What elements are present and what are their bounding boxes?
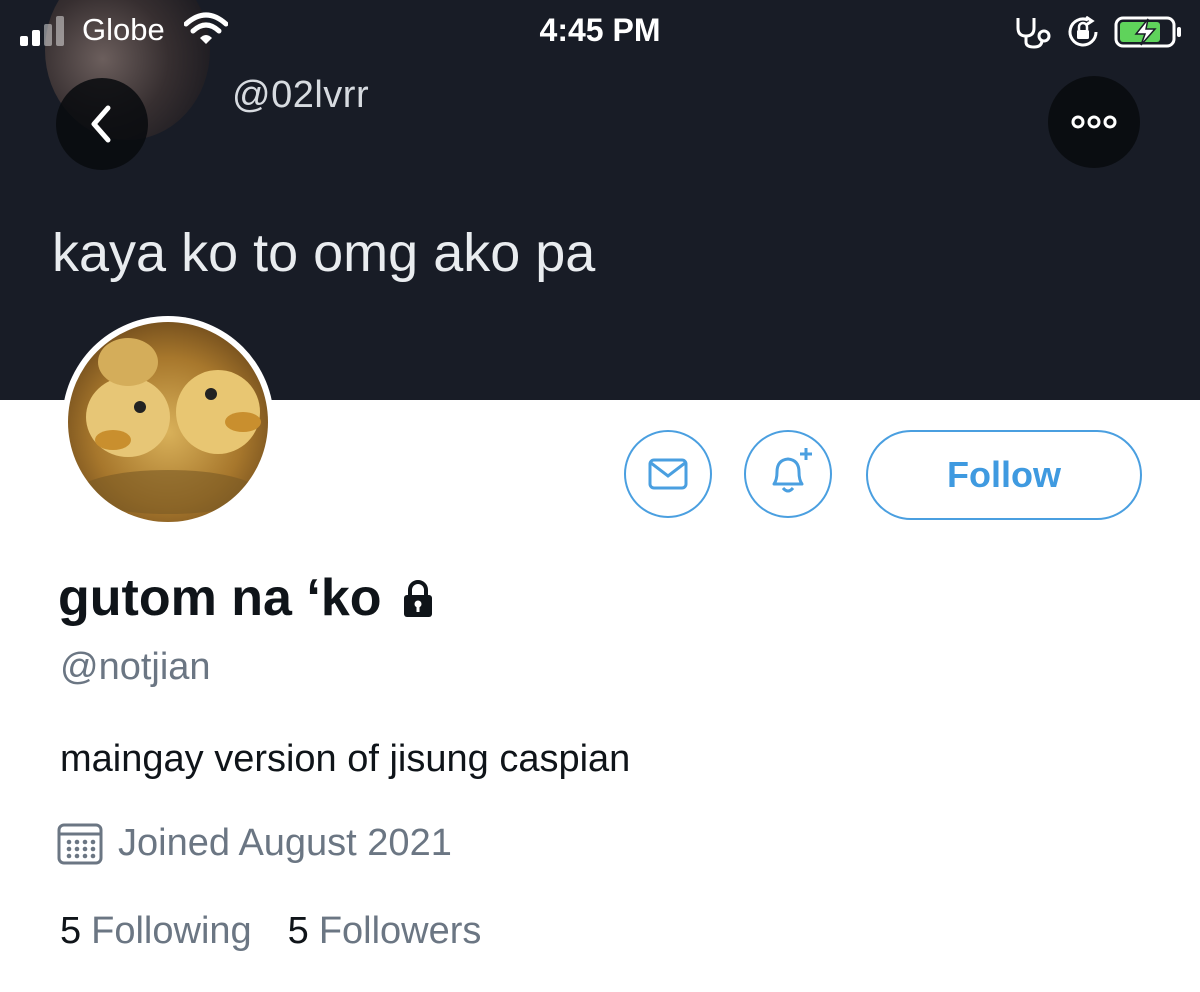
display-name: gutom na ‘ko xyxy=(58,569,382,627)
followers-count: 5 xyxy=(287,910,309,952)
padlock-icon xyxy=(403,580,432,617)
follow-stats: 5 Following 5 Followers xyxy=(60,910,517,953)
more-options-button[interactable] xyxy=(1048,76,1140,168)
username: @notjian xyxy=(60,646,211,688)
message-button[interactable] xyxy=(624,430,712,518)
following-count: 5 xyxy=(60,910,82,952)
envelope-icon xyxy=(648,458,688,490)
bell-plus-icon xyxy=(772,448,812,493)
orientation-lock-icon xyxy=(1068,16,1098,47)
banner-handle: @02lvrr xyxy=(232,74,370,116)
stethoscope-icon xyxy=(1016,18,1051,49)
duck-photo xyxy=(78,338,261,514)
calendar-icon xyxy=(57,823,103,865)
avatar-image xyxy=(68,322,268,522)
following-link[interactable]: 5 Following xyxy=(60,910,252,953)
profile-avatar[interactable] xyxy=(62,316,274,528)
following-label: Following xyxy=(91,910,252,952)
ellipsis-icon xyxy=(1071,115,1117,129)
joined-date-row: Joined August 2021 xyxy=(56,820,452,866)
profile-bio: maingay version of jisung caspian xyxy=(60,738,631,780)
banner-tweet-text: kaya ko to omg ako pa xyxy=(52,223,596,283)
battery-charging-icon xyxy=(1114,16,1181,48)
status-bar: Globe 4:45 PM xyxy=(0,0,1200,62)
notifications-button[interactable] xyxy=(744,430,832,518)
follow-button[interactable]: Follow xyxy=(866,430,1142,520)
display-name-row: gutom na ‘ko xyxy=(58,568,440,628)
joined-date: Joined August 2021 xyxy=(118,821,452,864)
followers-link[interactable]: 5 Followers xyxy=(288,910,482,953)
back-button[interactable] xyxy=(56,78,148,170)
chevron-left-icon xyxy=(91,105,111,143)
followers-label: Followers xyxy=(318,910,482,952)
